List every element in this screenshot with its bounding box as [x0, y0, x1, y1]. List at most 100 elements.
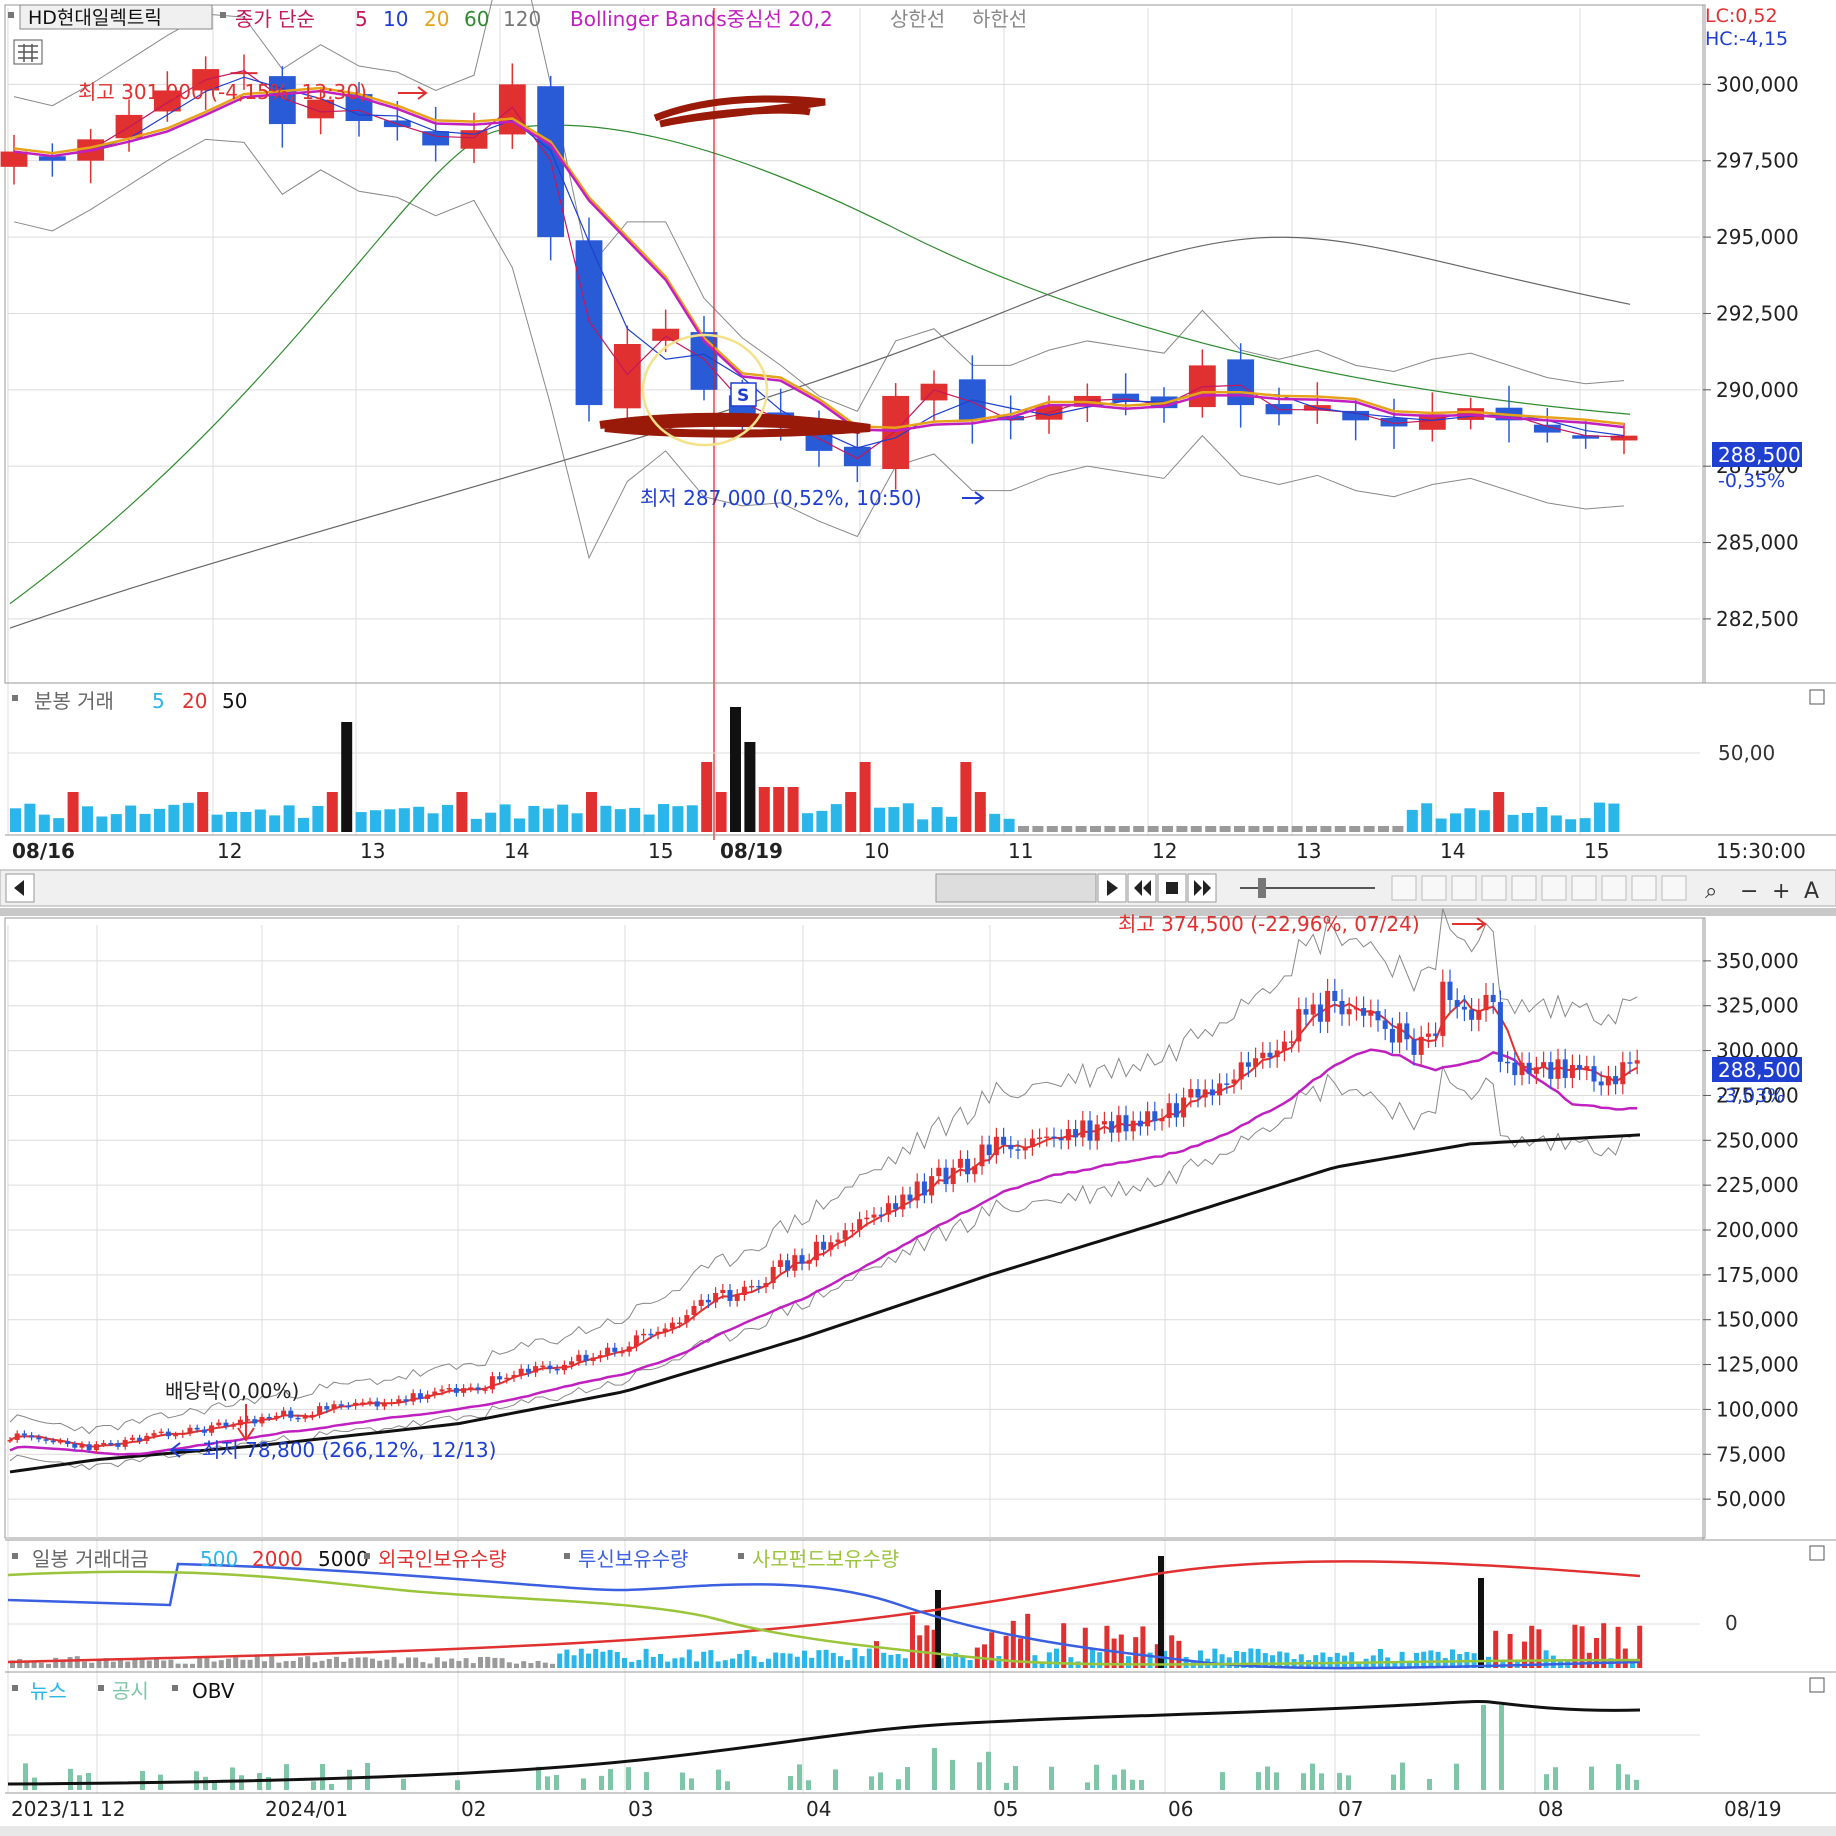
disclosure-bar	[1085, 1782, 1090, 1790]
disclosure-bar	[1625, 1774, 1630, 1790]
daily-candle-body	[792, 1255, 798, 1271]
daily-current-change: -3,03%	[1718, 1085, 1785, 1107]
volume-bar	[989, 813, 1001, 832]
volume-bar	[226, 811, 237, 832]
daily-candle-body	[281, 1410, 287, 1416]
daily-candle-body	[223, 1422, 229, 1427]
daily-candle-body	[1461, 1006, 1467, 1010]
obv-collapse-icon[interactable]	[1809, 1677, 1825, 1693]
volume-bar	[917, 819, 929, 832]
daily-candle-body	[1469, 1009, 1475, 1020]
daily-volume-bar	[118, 1659, 123, 1668]
daily-candle-body	[1015, 1149, 1021, 1151]
plus-icon[interactable]: +	[1772, 879, 1790, 904]
volume-bar	[326, 792, 338, 832]
time-axis-label: 08/19	[720, 839, 783, 863]
disclosure-bar	[401, 1779, 406, 1790]
tool-icon[interactable]	[1571, 875, 1597, 901]
zoom-icon[interactable]: ⌕	[1705, 879, 1717, 904]
daily-volume-bar	[449, 1658, 455, 1668]
daily-candle-body	[799, 1255, 805, 1264]
tool-icon[interactable]	[1601, 875, 1627, 901]
date-axis-label: 2023/11	[11, 1797, 94, 1821]
daily-volume-collapse-icon[interactable]	[1809, 1545, 1825, 1561]
tool-icon[interactable]	[1511, 875, 1537, 901]
volume-bar	[341, 722, 353, 832]
tool-icon[interactable]	[1481, 875, 1507, 901]
volume-bar	[1392, 826, 1404, 832]
daily-volume-bar	[629, 1661, 635, 1668]
daily-volume-bar	[607, 1649, 613, 1668]
daily-volume-bar	[182, 1663, 188, 1668]
volume-bar	[413, 806, 425, 832]
volume-bar	[398, 808, 410, 832]
daily-candle-body	[353, 1402, 359, 1406]
daily-candle-body	[554, 1368, 560, 1371]
daily-volume-bar	[197, 1657, 203, 1668]
volume-bar	[773, 787, 785, 832]
signal-marker[interactable]: S	[737, 386, 749, 406]
a-icon[interactable]: A	[1804, 879, 1819, 904]
daily-candle-body	[914, 1181, 920, 1201]
volume-bar	[269, 815, 281, 832]
disclosure-bar	[833, 1769, 838, 1790]
daily-candle-body	[1512, 1062, 1518, 1076]
tool-icon[interactable]	[1541, 875, 1567, 901]
daily-candle-body	[1627, 1062, 1633, 1064]
daily-low-annotation: 최저 78,800 (266,12%, 12/13)	[202, 1438, 496, 1462]
tool-icon[interactable]	[1391, 875, 1417, 901]
daily-volume-bar	[391, 1656, 397, 1668]
daily-volume-legend-period: 500	[200, 1547, 238, 1571]
stock-name[interactable]: HD현대일렉트릭	[28, 7, 162, 29]
bottom-scrollbar[interactable]	[0, 1826, 1836, 1836]
volume-bar	[1435, 818, 1447, 832]
price-tick-label: 292,500	[1716, 301, 1799, 325]
daily-volume-bar	[686, 1649, 692, 1668]
daily-price-tick-label: 225,000	[1716, 1173, 1799, 1197]
collapse-icon[interactable]	[1809, 689, 1825, 705]
disclosure-bar	[788, 1775, 793, 1790]
zoom-slider-handle[interactable]	[1258, 878, 1266, 898]
volume-bar	[182, 802, 194, 832]
drawing-tool-icons[interactable]: ⌕ − + A	[1391, 875, 1819, 904]
disclosure-bar	[797, 1764, 802, 1790]
daily-candle-body	[194, 1427, 200, 1430]
volume-bar	[528, 805, 540, 832]
daily-candle-body	[1555, 1059, 1561, 1079]
disclosure-bar	[1121, 1769, 1126, 1790]
daily-candle-body	[360, 1402, 366, 1404]
disclosure-bar	[977, 1762, 982, 1790]
minus-icon[interactable]: −	[1740, 879, 1758, 904]
daily-candle-body	[583, 1354, 589, 1361]
intraday-volume-bars	[10, 707, 1620, 832]
volume-bar	[254, 809, 266, 832]
time-axis-right: 15:30:00	[1716, 839, 1806, 863]
daily-candle-body	[713, 1293, 719, 1303]
volume-legend-period: 50	[222, 689, 247, 713]
daily-candle-body	[1037, 1137, 1043, 1139]
daily-volume-bar	[751, 1656, 757, 1668]
candle-body	[843, 446, 871, 467]
volume-bar	[240, 811, 252, 832]
volume-bar	[859, 762, 871, 832]
daily-volume-bar	[989, 1632, 995, 1668]
candle-body	[920, 383, 948, 401]
drawn-scribble-bottom[interactable]	[599, 412, 871, 438]
disclosure-bar	[986, 1751, 991, 1790]
disclosure-bar	[1454, 1763, 1459, 1790]
panel-separator[interactable]	[0, 908, 1836, 916]
disclosure-bar	[311, 1781, 316, 1790]
daily-candle-body	[1605, 1076, 1611, 1086]
tool-icon[interactable]	[1661, 875, 1687, 901]
volume-bar	[787, 787, 799, 832]
tool-icon[interactable]	[1451, 875, 1477, 901]
daily-candle-body	[237, 1419, 243, 1426]
tool-icon[interactable]	[1421, 875, 1447, 901]
daily-candle-body	[1584, 1066, 1590, 1070]
tool-icon[interactable]	[1631, 875, 1657, 901]
daily-candle-body	[1404, 1023, 1410, 1040]
scroll-thumb[interactable]	[935, 873, 1097, 903]
daily-volume-bar	[902, 1658, 908, 1668]
daily-candle-body	[1548, 1062, 1554, 1079]
date-axis-label: 06	[1168, 1797, 1193, 1821]
